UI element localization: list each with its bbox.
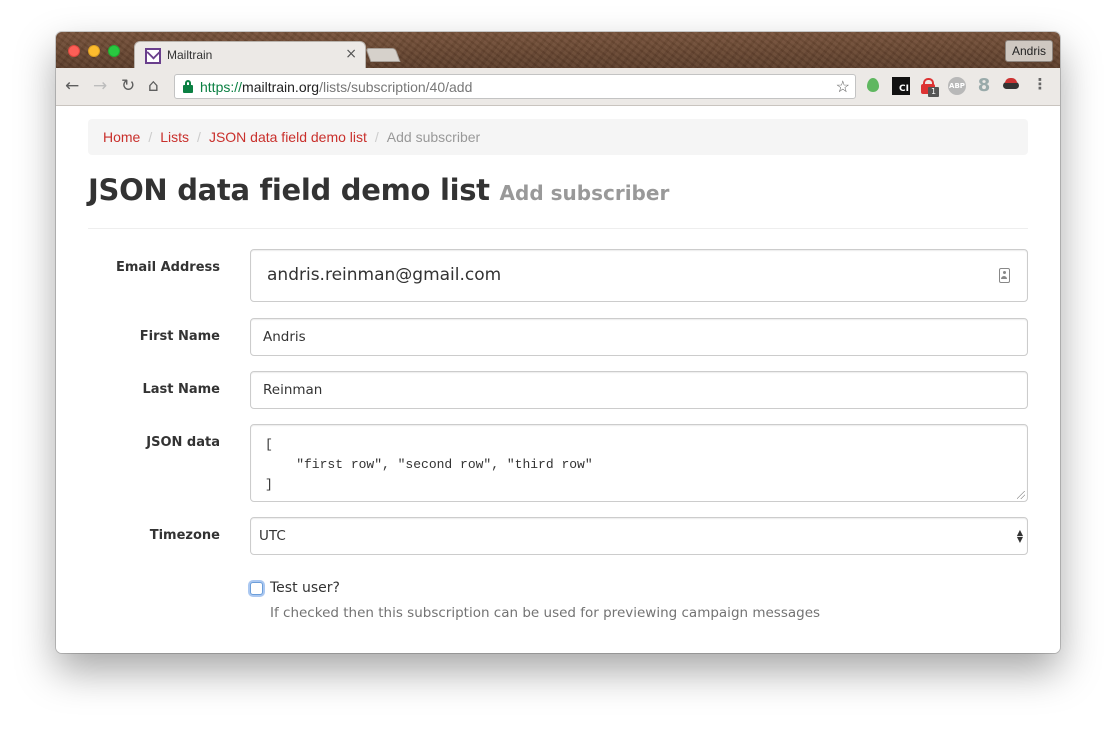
back-arrow-icon[interactable]: ← (65, 76, 79, 96)
first-name-field[interactable]: Andris (250, 318, 1028, 356)
title-bar: Mailtrain × Andris (56, 32, 1060, 69)
bookmark-star-icon[interactable]: ☆ (836, 77, 850, 97)
google-icon[interactable]: 8 (975, 77, 993, 95)
breadcrumb-separator: / (197, 129, 201, 145)
evernote-icon[interactable] (864, 77, 882, 95)
tab-title: Mailtrain (167, 48, 213, 62)
forward-arrow-icon[interactable]: → (93, 76, 107, 96)
profile-button[interactable]: Andris (1004, 40, 1053, 62)
breadcrumb: Home / Lists / JSON data field demo list… (88, 119, 1028, 155)
first-name-label: First Name (139, 329, 220, 344)
close-window-button[interactable] (68, 45, 80, 57)
timezone-value: UTC (259, 528, 286, 544)
email-field[interactable]: andris.reinman@gmail.com (250, 249, 1028, 302)
test-user-label[interactable]: Test user? (270, 580, 340, 596)
lock-extension-badge: 1 (928, 87, 939, 97)
tab-close-icon[interactable]: × (345, 46, 357, 62)
breadcrumb-current: Add subscriber (386, 129, 481, 145)
json-data-value: [ "first row", "second row", "third row"… (265, 437, 593, 492)
email-value: andris.reinman@gmail.com (267, 265, 502, 285)
breadcrumb-separator: / (374, 129, 379, 145)
url-scheme: https:// (200, 79, 243, 95)
browser-window: Mailtrain × Andris ← → ↻ ⌂ https://mailt… (56, 32, 1060, 653)
json-data-textarea[interactable]: [ "first row", "second row", "third row"… (250, 424, 1028, 502)
breadcrumb-lists[interactable]: Lists (160, 129, 189, 145)
url-host: mailtrain.org (242, 79, 320, 95)
page-title-text: JSON data field demo list (88, 173, 490, 207)
home-icon[interactable]: ⌂ (148, 76, 159, 96)
ci-icon[interactable]: CI (892, 77, 910, 95)
contact-card-icon[interactable] (999, 268, 1010, 283)
minimize-window-button[interactable] (88, 45, 100, 57)
resize-grip-icon[interactable] (1017, 491, 1025, 499)
last-name-field[interactable]: Reinman (250, 371, 1028, 409)
header-divider (88, 228, 1028, 229)
url-text[interactable]: https://mailtrain.org/lists/subscription… (200, 79, 472, 95)
lock-extension-icon[interactable]: 1 (920, 77, 939, 97)
tab-mailtrain[interactable]: Mailtrain × (134, 41, 366, 69)
reload-icon[interactable]: ↻ (121, 76, 135, 96)
breadcrumb-list[interactable]: JSON data field demo list (209, 129, 367, 145)
breadcrumb-home[interactable]: Home (103, 129, 140, 145)
page-subtitle: Add subscriber (499, 181, 670, 205)
select-arrows-icon: ▲ ▼ (1016, 528, 1023, 544)
mail-favicon-icon (145, 48, 161, 64)
last-name-label: Last Name (142, 382, 220, 397)
breadcrumb-separator: / (148, 129, 153, 145)
maximize-window-button[interactable] (108, 45, 120, 57)
page-title: JSON data field demo list Add subscriber (88, 173, 1028, 207)
timezone-label: Timezone (149, 528, 220, 543)
new-tab-button[interactable] (365, 48, 401, 62)
test-user-checkbox[interactable] (250, 582, 263, 595)
page-content: Home / Lists / JSON data field demo list… (56, 107, 1060, 653)
mask-icon[interactable] (1002, 77, 1020, 95)
browser-menu-icon[interactable]: ⋮ (1031, 77, 1049, 95)
adblock-icon[interactable]: ABP (948, 77, 966, 95)
timezone-select[interactable]: UTC ▲ ▼ (250, 517, 1028, 555)
json-data-label: JSON data (146, 435, 220, 450)
email-label: Email Address (115, 260, 220, 275)
url-path: /lists/subscription/40/add (319, 79, 473, 95)
test-user-help: If checked then this subscription can be… (270, 605, 821, 621)
address-bar[interactable]: https://mailtrain.org/lists/subscription… (174, 74, 856, 99)
browser-toolbar: ← → ↻ ⌂ https://mailtrain.org/lists/subs… (56, 68, 1060, 106)
secure-lock-icon (183, 80, 193, 93)
